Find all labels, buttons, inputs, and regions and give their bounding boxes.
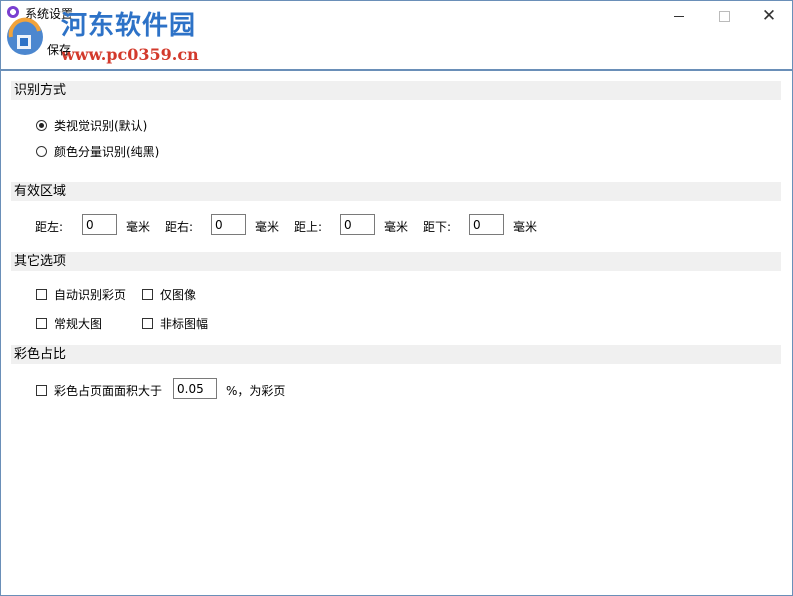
checkbox-icon[interactable] [36, 289, 47, 300]
margin-top-label: 距上: [294, 220, 323, 234]
checkbox-icon[interactable] [36, 318, 47, 329]
checkbox-icon[interactable] [36, 385, 47, 396]
checkbox-label: 仅图像 [160, 288, 197, 302]
watermark-url: www.pc0359.cn [61, 45, 199, 64]
margin-right-unit: 毫米 [255, 220, 280, 234]
radio-color-component-recognition[interactable]: 颜色分量识别(纯黑) [36, 143, 159, 160]
checkbox-icon[interactable] [142, 289, 153, 300]
margin-bottom-input[interactable] [469, 214, 504, 235]
margin-bottom-unit: 毫米 [513, 220, 538, 234]
margin-top-unit: 毫米 [384, 220, 409, 234]
section-header-color-ratio: 彩色占比 [11, 345, 781, 364]
color-ratio-suffix: %，为彩页 [226, 384, 286, 398]
save-button[interactable]: 保存 [47, 41, 71, 58]
checkbox-icon[interactable] [142, 318, 153, 329]
checkbox-label: 常规大图 [54, 317, 103, 331]
section-header-recognition: 识别方式 [11, 81, 781, 100]
section-header-other-options: 其它选项 [11, 252, 781, 271]
toolbar-divider [1, 69, 792, 71]
settings-window: 系统设置 ✕ 河东软件园 www.pc0359.cn 保存 识别方式 类视觉识别… [0, 0, 793, 596]
margin-right-input[interactable] [211, 214, 246, 235]
checkbox-color-ratio[interactable]: 彩色占页面面积大于 [36, 382, 162, 399]
checkbox-regular-large[interactable]: 常规大图 [36, 315, 102, 332]
margin-top-input[interactable] [340, 214, 375, 235]
checkbox-image-only[interactable]: 仅图像 [142, 286, 196, 303]
maximize-icon [718, 10, 730, 22]
close-icon: ✕ [761, 5, 777, 26]
margin-bottom-label: 距下: [423, 220, 452, 234]
color-ratio-input[interactable] [173, 378, 217, 399]
watermark-logo-icon [7, 17, 43, 55]
minimize-icon [674, 15, 684, 17]
radio-unselected-icon[interactable] [36, 146, 47, 157]
margin-left-input[interactable] [82, 214, 117, 235]
checkbox-label: 彩色占页面面积大于 [54, 384, 163, 398]
margin-right-label: 距右: [165, 220, 194, 234]
close-button[interactable]: ✕ [746, 1, 792, 31]
watermark-site-name: 河东软件园 [61, 11, 197, 41]
radio-selected-icon[interactable] [36, 120, 47, 131]
maximize-button[interactable] [701, 1, 747, 31]
checkbox-nonstandard-size[interactable]: 非标图幅 [142, 315, 208, 332]
checkbox-label: 自动识别彩页 [54, 288, 127, 302]
radio-label: 类视觉识别(默认) [54, 119, 148, 133]
checkbox-label: 非标图幅 [160, 317, 209, 331]
checkbox-auto-color-page[interactable]: 自动识别彩页 [36, 286, 126, 303]
radio-label: 颜色分量识别(纯黑) [54, 145, 160, 159]
margin-left-unit: 毫米 [126, 220, 151, 234]
section-header-effective-area: 有效区域 [11, 182, 781, 201]
minimize-button[interactable] [656, 1, 702, 31]
margin-left-label: 距左: [35, 220, 64, 234]
radio-visual-recognition[interactable]: 类视觉识别(默认) [36, 117, 147, 134]
